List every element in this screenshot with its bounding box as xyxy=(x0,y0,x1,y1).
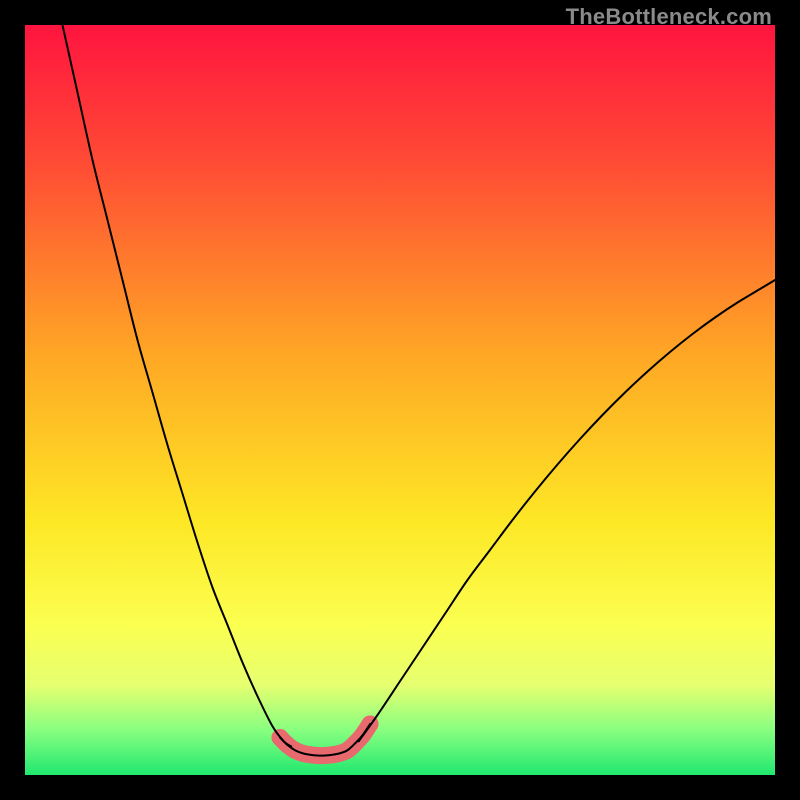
chart-svg xyxy=(25,25,775,775)
plot-area xyxy=(25,25,775,775)
bottleneck-curve xyxy=(63,25,776,756)
chart-frame: TheBottleneck.com xyxy=(0,0,800,800)
watermark-text: TheBottleneck.com xyxy=(566,4,772,30)
valley-highlight xyxy=(272,716,379,765)
